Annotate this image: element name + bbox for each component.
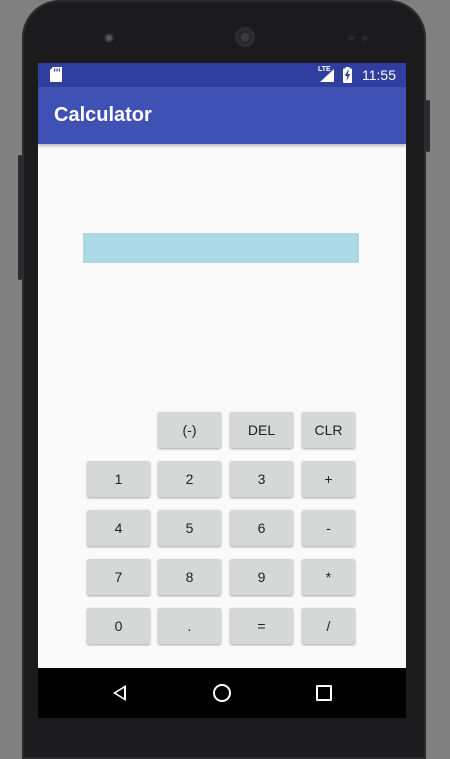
subtract-button[interactable]: - [302, 510, 355, 546]
digit-8-button[interactable]: 8 [158, 559, 221, 595]
proximity-sensor [348, 35, 354, 41]
front-camera [104, 33, 114, 43]
sd-card-icon [50, 67, 62, 82]
add-button[interactable]: + [302, 461, 355, 497]
power-button [426, 100, 430, 152]
digit-1-button[interactable]: 1 [87, 461, 150, 497]
status-time: 11:55 [362, 67, 396, 83]
digit-9-button[interactable]: 9 [230, 559, 293, 595]
divide-button[interactable]: / [302, 608, 355, 644]
calculator-display[interactable] [83, 233, 359, 263]
light-sensor [362, 35, 368, 41]
app-bar: Calculator [38, 87, 406, 144]
digit-2-button[interactable]: 2 [158, 461, 221, 497]
equals-button[interactable]: = [230, 608, 293, 644]
clear-button[interactable]: CLR [302, 412, 355, 448]
digit-4-button[interactable]: 4 [87, 510, 150, 546]
digit-7-button[interactable]: 7 [87, 559, 150, 595]
recent-apps-icon[interactable] [316, 685, 332, 701]
signal-icon [320, 69, 334, 82]
battery-charging-icon [343, 67, 352, 83]
volume-button [18, 155, 22, 280]
digit-0-button[interactable]: 0 [87, 608, 150, 644]
decimal-button[interactable]: . [158, 608, 221, 644]
home-icon[interactable] [213, 684, 231, 702]
digit-6-button[interactable]: 6 [230, 510, 293, 546]
earpiece-speaker [235, 27, 255, 47]
status-bar: LTE 11:55 [38, 63, 406, 87]
delete-button[interactable]: DEL [230, 412, 293, 448]
multiply-button[interactable]: * [302, 559, 355, 595]
digit-5-button[interactable]: 5 [158, 510, 221, 546]
digit-3-button[interactable]: 3 [230, 461, 293, 497]
negate-button[interactable]: (-) [158, 412, 221, 448]
back-icon[interactable] [113, 685, 126, 701]
app-title: Calculator [54, 104, 152, 126]
navigation-bar [38, 668, 406, 718]
screen: LTE 11:55 Calculator (-) DEL CLR 1 2 3 +… [38, 63, 406, 718]
